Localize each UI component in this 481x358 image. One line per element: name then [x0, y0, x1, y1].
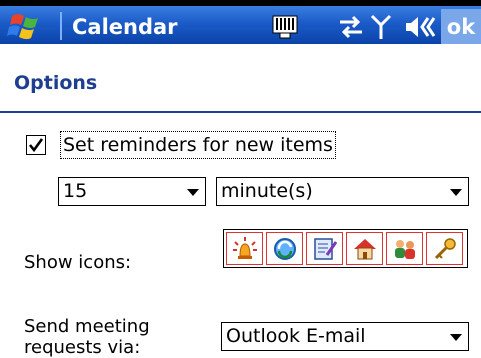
title-bar: Calendar ok: [0, 0, 481, 45]
chevron-down-icon: [450, 334, 462, 341]
ok-button[interactable]: ok: [441, 9, 481, 45]
keyboard-icon[interactable]: [270, 12, 300, 42]
app-title: Calendar: [72, 15, 178, 39]
windows-start-icon[interactable]: [6, 10, 46, 44]
attendees-icon[interactable]: [386, 232, 423, 265]
send-via-value: Outlook E-mail: [226, 325, 366, 347]
page-title: Options: [14, 72, 98, 94]
home-icon[interactable]: [346, 232, 383, 265]
send-via-dropdown[interactable]: Outlook E-mail: [221, 322, 469, 351]
reminder-amount-dropdown[interactable]: 15: [58, 177, 206, 206]
reminders-label[interactable]: Set reminders for new items: [60, 131, 336, 159]
reminders-checkbox[interactable]: [26, 135, 46, 155]
connectivity-icon[interactable]: [336, 12, 366, 42]
recurrence-icon[interactable]: [266, 232, 303, 265]
reminder-unit-value: minute(s): [221, 180, 313, 202]
show-icons-selector[interactable]: [223, 229, 468, 268]
reminder-unit-dropdown[interactable]: minute(s): [216, 177, 469, 206]
send-via-label-line1: Send meeting: [24, 316, 150, 337]
send-via-label-line2: requests via:: [24, 337, 141, 358]
chevron-down-icon: [187, 189, 199, 196]
title-separator: [60, 12, 62, 40]
chevron-down-icon: [450, 189, 462, 196]
alarm-icon[interactable]: [226, 232, 263, 265]
header-divider: [0, 111, 481, 113]
volume-icon[interactable]: [404, 12, 436, 42]
notes-icon[interactable]: [306, 232, 343, 265]
key-icon[interactable]: [426, 232, 463, 265]
show-icons-label: Show icons:: [24, 252, 132, 273]
checkmark-icon: [28, 138, 44, 153]
reminder-amount-value: 15: [63, 180, 88, 202]
signal-icon[interactable]: [366, 12, 396, 42]
